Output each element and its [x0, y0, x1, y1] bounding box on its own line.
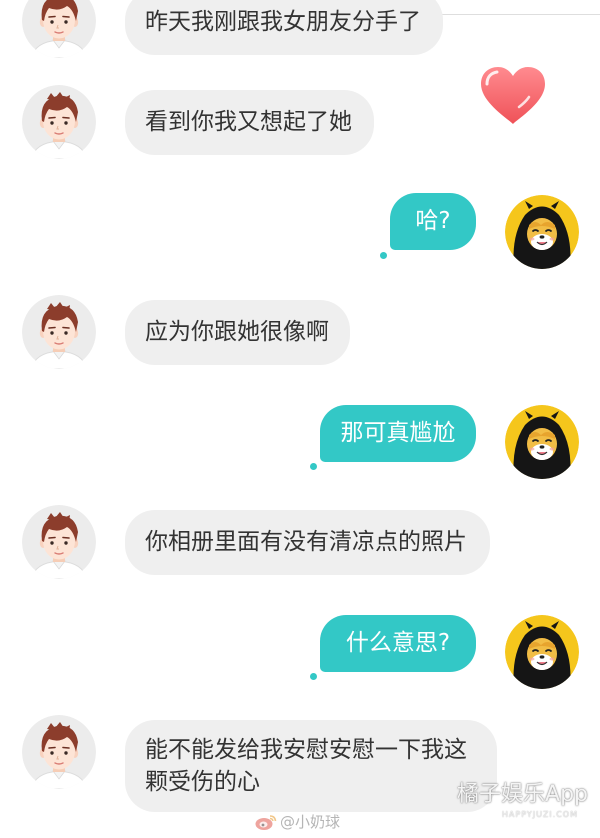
message-text-line: 能不能发给我安慰安慰一下我这: [145, 737, 467, 763]
bubble-tail-dot: [310, 463, 317, 470]
male-cartoon-avatar-icon[interactable]: [22, 0, 96, 58]
top-divider: [440, 14, 600, 15]
chat-screen: 昨天我刚跟我女朋友分手了 看到你我又想起了她 哈? 应为你跟她很像啊 那可真尴尬…: [0, 0, 600, 838]
message-text-line: 颗受伤的心: [145, 769, 260, 795]
message-text: 看到你我又想起了她: [145, 109, 352, 135]
male-cartoon-avatar-icon[interactable]: [22, 505, 96, 579]
message-bubble-sent[interactable]: 那可真尴尬: [320, 405, 476, 462]
male-cartoon-avatar-icon[interactable]: [22, 85, 96, 159]
bubble-tail-dot: [380, 252, 387, 259]
message-text: 那可真尴尬: [340, 420, 456, 446]
message-text: 昨天我刚跟我女朋友分手了: [145, 9, 421, 35]
weibo-logo-icon: [255, 815, 277, 830]
message-text: 应为你跟她很像啊: [145, 319, 329, 345]
weibo-handle: @小奶球: [280, 813, 341, 831]
message-bubble-received[interactable]: 能不能发给我安慰安慰一下我这 颗受伤的心: [125, 720, 497, 812]
male-cartoon-avatar-icon[interactable]: [22, 715, 96, 789]
message-bubble-received[interactable]: 应为你跟她很像啊: [125, 300, 350, 365]
hooded-dog-avatar-icon[interactable]: [505, 615, 579, 689]
watermark-site: HAPPYJUZI.COM: [501, 810, 578, 819]
message-bubble-sent[interactable]: 哈?: [390, 193, 476, 250]
bubble-tail-dot: [310, 673, 317, 680]
message-bubble-sent[interactable]: 什么意思?: [320, 615, 476, 672]
message-bubble-received[interactable]: 昨天我刚跟我女朋友分手了: [125, 0, 443, 55]
weibo-credit: @小奶球: [255, 811, 340, 833]
message-text: 哈?: [415, 208, 451, 234]
male-cartoon-avatar-icon[interactable]: [22, 295, 96, 369]
watermark-brand: 橘子娱乐App: [457, 782, 588, 807]
hooded-dog-avatar-icon[interactable]: [505, 195, 579, 269]
hooded-dog-avatar-icon[interactable]: [505, 405, 579, 479]
heart-icon: [477, 64, 549, 128]
message-text: 你相册里面有没有清凉点的照片: [145, 529, 467, 555]
message-text: 什么意思?: [345, 630, 451, 656]
message-bubble-received[interactable]: 看到你我又想起了她: [125, 90, 374, 155]
message-bubble-received[interactable]: 你相册里面有没有清凉点的照片: [125, 510, 490, 575]
